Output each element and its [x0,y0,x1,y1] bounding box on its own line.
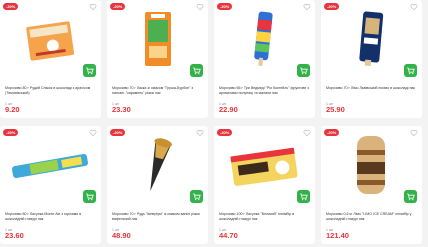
product-card[interactable]: -20% Морозиво 80 г Ласунка Monte Ale з г… [0,126,101,244]
cart-icon [193,193,201,201]
discount-badge: -20% [3,129,19,136]
product-title[interactable]: Морозиво 70 г Рудь "Імперіум" зі смаком … [112,212,203,221]
discount-badge: -20% [217,3,233,10]
cart-icon [300,67,308,75]
product-title[interactable]: Морозиво 70 г Лімо Львівський ескімо в ш… [326,86,417,91]
discount-badge: -20% [324,3,340,10]
add-to-cart-button[interactable] [297,64,310,77]
product-image[interactable] [321,10,422,68]
cart-icon [300,193,308,201]
add-to-cart-button[interactable] [83,190,96,203]
product-title[interactable]: Морозиво 80 г Рудий Сніжок в шоколаді з … [5,86,96,95]
discount-badge: -20% [217,129,233,136]
product-card[interactable]: -20% Морозиво 66 г Три Ведмеді "Ріо Кокт… [214,0,315,118]
product-price: 48.90 [112,231,131,240]
product-price: 121.40 [326,231,349,240]
discount-badge: -20% [110,129,126,136]
product-image[interactable] [0,10,101,68]
product-title[interactable]: Морозиво 100 г Ласунка "Великий" пломбір… [219,212,310,221]
product-title[interactable]: Морозиво 66 г Три Ведмеді "Ріо Коктейль"… [219,86,310,95]
cart-icon [407,67,415,75]
add-to-cart-button[interactable] [404,190,417,203]
product-grid: -20% Морозиво 80 г Рудий Сніжок в шокола… [0,0,428,247]
add-to-cart-button[interactable] [190,190,203,203]
product-image[interactable] [0,136,101,194]
add-to-cart-button[interactable] [83,64,96,77]
product-image[interactable] [214,10,315,68]
product-title[interactable]: Морозиво 70 г Лакка зі смаком "Груша-Бур… [112,86,203,95]
product-title[interactable]: Морозиво 0.5 кг Лімо "LIMO ICE CREAM" пл… [326,212,417,221]
product-image[interactable] [107,10,208,68]
discount-badge: -20% [324,129,340,136]
cart-icon [193,67,201,75]
add-to-cart-button[interactable] [404,64,417,77]
product-price: 23.60 [5,231,24,240]
add-to-cart-button[interactable] [297,190,310,203]
product-card[interactable]: -20% Морозиво 70 г Лакка зі смаком "Груш… [107,0,208,118]
product-card[interactable]: -20% Морозиво 70 г Рудь "Імперіум" зі см… [107,126,208,244]
product-card[interactable]: -20% Морозиво 70 г Лімо Львівський ескім… [321,0,422,118]
add-to-cart-button[interactable] [190,64,203,77]
cart-icon [407,193,415,201]
cart-icon [86,193,94,201]
product-card[interactable]: -20% Морозиво 100 г Ласунка "Великий" пл… [214,126,315,244]
product-image[interactable] [107,136,208,194]
product-card[interactable]: -20% Морозиво 80 г Рудий Сніжок в шокола… [0,0,101,118]
discount-badge: -20% [3,3,19,10]
product-price: 22.90 [219,105,238,114]
product-price: 25.90 [326,105,345,114]
product-price: 44.70 [219,231,238,240]
discount-badge: -20% [110,3,126,10]
product-title[interactable]: Морозиво 80 г Ласунка Monte Ale з горіха… [5,212,96,221]
cart-icon [86,67,94,75]
product-price: 9.20 [5,105,20,114]
product-image[interactable] [321,136,422,194]
product-price: 23.30 [112,105,131,114]
product-card[interactable]: -20% Морозиво 0.5 кг Лімо "LIMO ICE CREA… [321,126,422,244]
product-image[interactable] [214,136,315,194]
